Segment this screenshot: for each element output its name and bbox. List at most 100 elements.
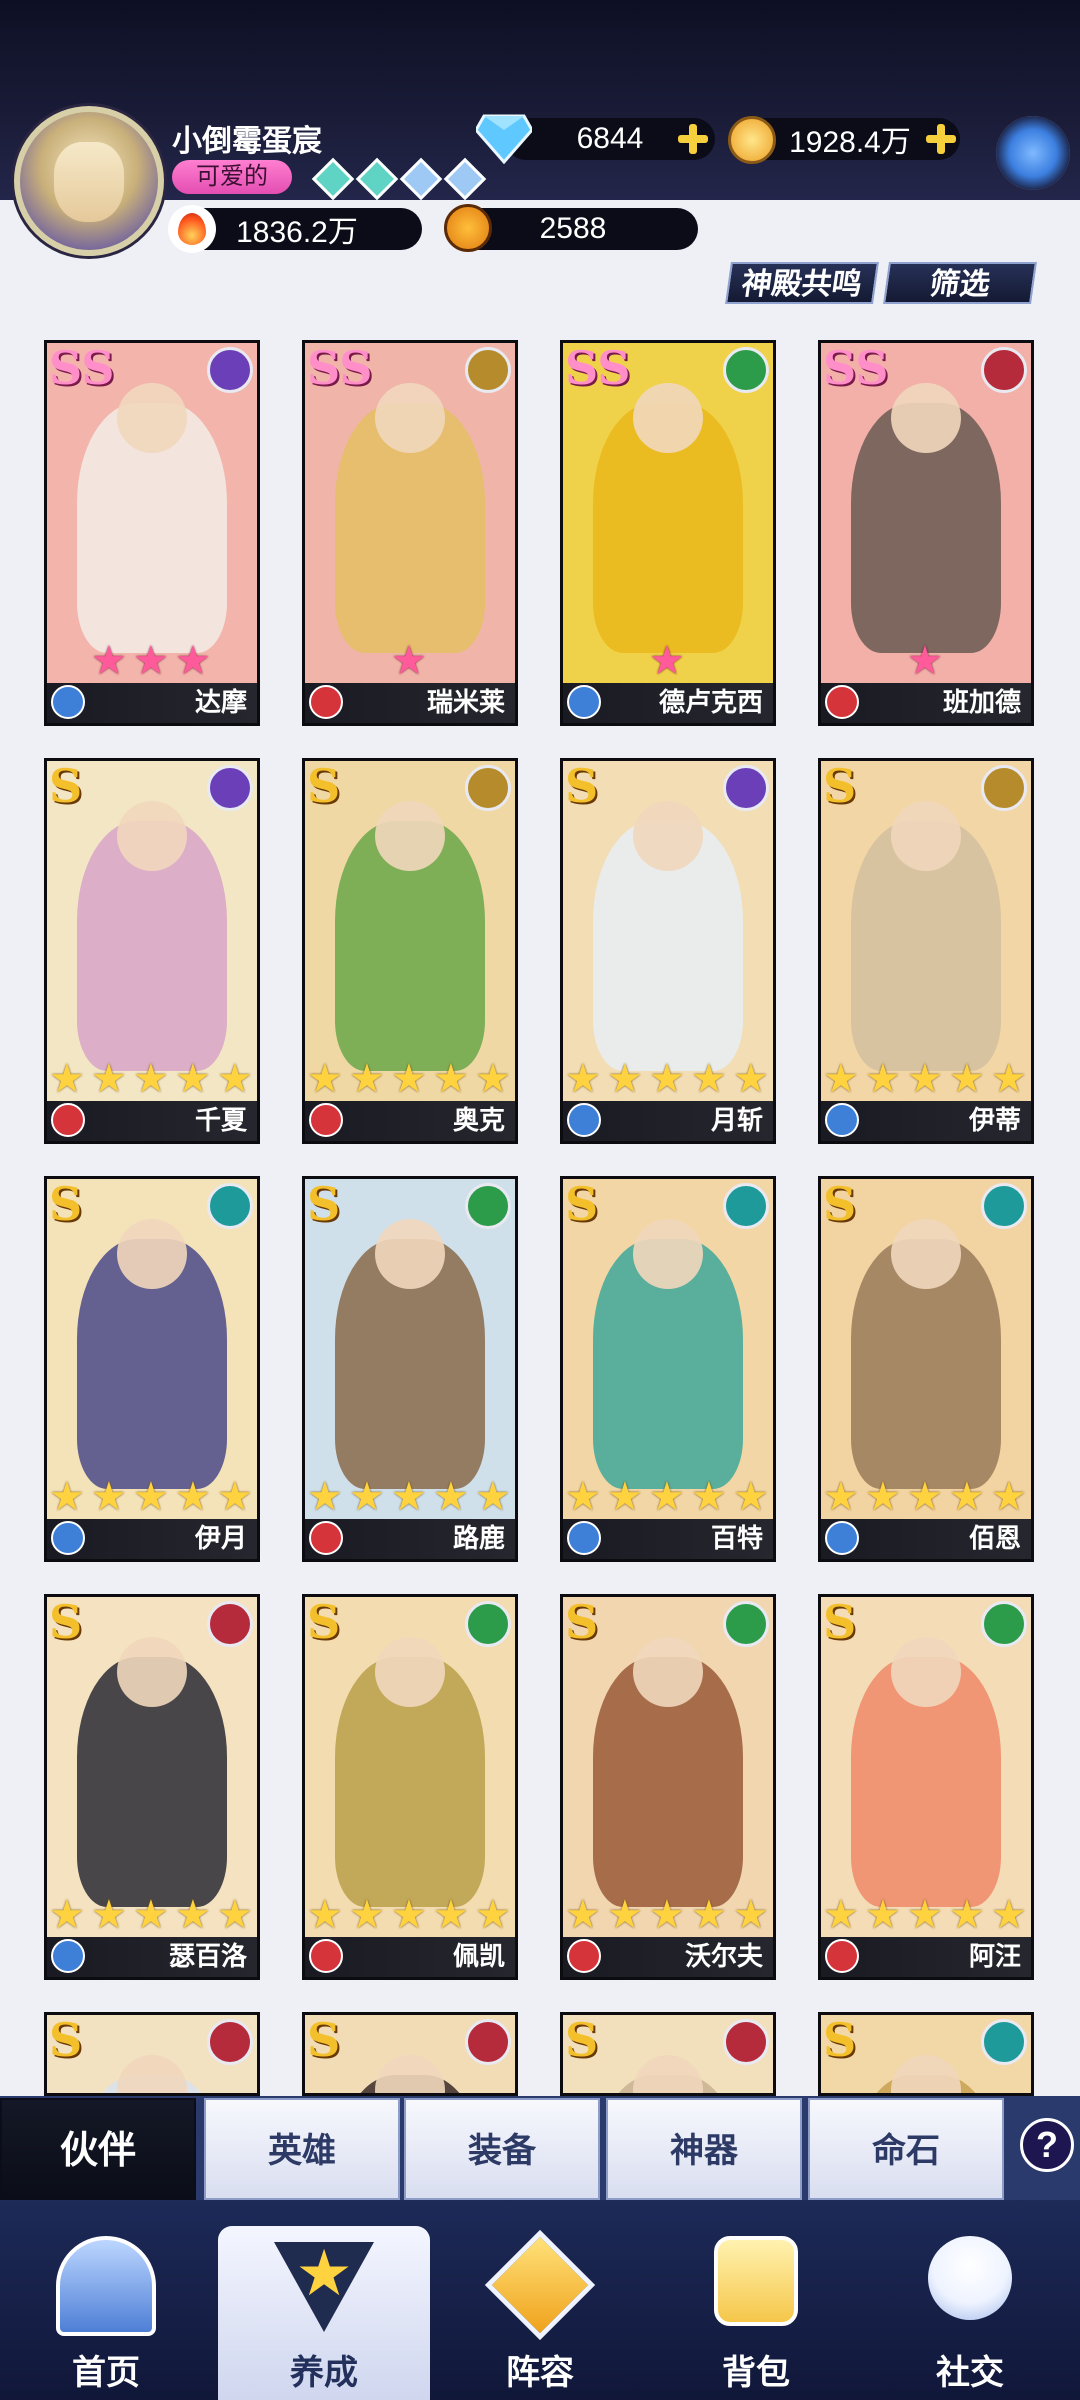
star-icon: ★ xyxy=(565,1893,601,1937)
faction-icon xyxy=(723,2019,769,2065)
rarity-badge: SS xyxy=(823,341,889,395)
nav-home[interactable]: 首页 xyxy=(6,2220,206,2400)
diamond-icon xyxy=(476,114,532,164)
partner-card[interactable]: S ★ ★ ★ ★ ★ 佰恩 xyxy=(818,1176,1034,1562)
star-icon: ★ xyxy=(991,1475,1027,1519)
partner-card[interactable]: S ★ ★ ★ ★ ★ 伊蒂 xyxy=(818,758,1034,1144)
temple-resonance-button[interactable]: 神殿共鸣 xyxy=(725,262,879,304)
role-icon xyxy=(309,1939,343,1973)
star-icon: ★ xyxy=(475,1057,511,1101)
partner-face xyxy=(891,801,961,871)
rarity-badge: S xyxy=(307,759,341,813)
star-icon: ★ xyxy=(475,1893,511,1937)
partner-card[interactable]: SS ★ 瑞米莱 xyxy=(302,340,518,726)
star-icon: ★ xyxy=(433,1475,469,1519)
tab-artifacts[interactable]: 神器 xyxy=(606,2098,802,2200)
partner-name: 阿汪 xyxy=(968,1941,1021,1971)
star-icon: ★ xyxy=(649,1475,685,1519)
faction-icon xyxy=(207,347,253,393)
faction-icon xyxy=(981,1183,1027,1229)
star-icon: ★ xyxy=(133,1475,169,1519)
partner-card[interactable]: S xyxy=(302,2012,518,2096)
partner-card[interactable]: S ★ ★ ★ ★ ★ 月斩 xyxy=(560,758,776,1144)
partner-face xyxy=(117,1637,187,1707)
star-coin-icon xyxy=(444,204,492,252)
partner-card[interactable]: S xyxy=(818,2012,1034,2096)
star-icon: ★ xyxy=(133,639,169,683)
star-icon: ★ xyxy=(391,1475,427,1519)
gear-icon[interactable] xyxy=(996,116,1070,190)
tab-fate-stones[interactable]: 命石 xyxy=(808,2098,1004,2200)
star-icon: ★ xyxy=(307,1057,343,1101)
star-icon: ★ xyxy=(607,1475,643,1519)
star-rating: ★ ★ ★ ★ ★ xyxy=(47,1477,257,1517)
rarity-badge: SS xyxy=(565,341,631,395)
star-rating: ★ ★ ★ ★ ★ xyxy=(305,1477,515,1517)
partner-face xyxy=(375,1637,445,1707)
star-icon: ★ xyxy=(691,1475,727,1519)
tab-heroes[interactable]: 英雄 xyxy=(204,2098,400,2200)
partner-card[interactable]: SS ★ 班加德 xyxy=(818,340,1034,726)
star-rating: ★ ★ ★ ★ ★ xyxy=(821,1059,1031,1099)
partner-card[interactable]: S ★ ★ ★ ★ ★ 千夏 xyxy=(44,758,260,1144)
tab-partners[interactable]: 伙伴 xyxy=(0,2098,196,2200)
star-icon: ★ xyxy=(865,1893,901,1937)
partner-face xyxy=(891,1219,961,1289)
faction-icon xyxy=(207,1601,253,1647)
nav-social[interactable]: 社交 xyxy=(870,2220,1070,2400)
partner-card[interactable]: S ★ ★ ★ ★ ★ 百特 xyxy=(560,1176,776,1562)
star-rating: ★ ★ ★ ★ ★ xyxy=(47,1895,257,1935)
partner-card[interactable]: S ★ ★ ★ ★ ★ 奥克 xyxy=(302,758,518,1144)
partner-card[interactable]: S ★ ★ ★ ★ ★ 伊月 xyxy=(44,1176,260,1562)
star-icon: ★ xyxy=(649,1057,685,1101)
faction-icon xyxy=(981,2019,1027,2065)
star-icon: ★ xyxy=(433,1893,469,1937)
nav-train[interactable]: ★ 养成 xyxy=(218,2226,430,2400)
faction-icon xyxy=(465,1601,511,1647)
filter-button[interactable]: 筛选 xyxy=(883,262,1037,304)
partner-card[interactable]: S ★ ★ ★ ★ ★ 沃尔夫 xyxy=(560,1594,776,1980)
role-icon xyxy=(309,685,343,719)
role-icon xyxy=(51,685,85,719)
star-rating: ★ xyxy=(305,641,515,681)
star-icon: ★ xyxy=(217,1475,253,1519)
partner-name: 瑟百洛 xyxy=(168,1941,247,1971)
star-icon: ★ xyxy=(649,1893,685,1937)
role-icon xyxy=(309,1521,343,1555)
nav-home-label: 首页 xyxy=(72,2354,140,2392)
partner-card[interactable]: S ★ ★ ★ ★ ★ 阿汪 xyxy=(818,1594,1034,1980)
partner-card[interactable]: S ★ ★ ★ ★ ★ 路鹿 xyxy=(302,1176,518,1562)
star-icon: ★ xyxy=(349,1475,385,1519)
nav-lineup[interactable]: 阵容 xyxy=(440,2220,640,2400)
tab-equipment[interactable]: 装备 xyxy=(404,2098,600,2200)
partner-card[interactable]: S xyxy=(560,2012,776,2096)
partner-name: 百特 xyxy=(710,1523,763,1553)
add-diamond-icon[interactable] xyxy=(676,122,710,156)
partner-card[interactable]: S ★ ★ ★ ★ ★ 佩凯 xyxy=(302,1594,518,1980)
star-icon: ★ xyxy=(91,1057,127,1101)
partner-card[interactable]: SS ★ 德卢克西 xyxy=(560,340,776,726)
rarity-badge: S xyxy=(565,2013,599,2067)
partner-card[interactable]: S xyxy=(44,2012,260,2096)
star-icon: ★ xyxy=(391,639,427,683)
faction-icon xyxy=(723,765,769,811)
partner-card[interactable]: S ★ ★ ★ ★ ★ 瑟百洛 xyxy=(44,1594,260,1980)
partner-name: 德卢克西 xyxy=(658,687,763,717)
help-icon[interactable]: ? xyxy=(1020,2118,1074,2172)
player-avatar[interactable] xyxy=(14,106,164,256)
star-rating: ★ xyxy=(563,641,773,681)
star-icon: ★ xyxy=(733,1893,769,1937)
star-icon: ★ xyxy=(907,1475,943,1519)
star-icon: ★ xyxy=(175,639,211,683)
partner-face xyxy=(891,1637,961,1707)
faction-icon xyxy=(981,347,1027,393)
rarity-badge: S xyxy=(49,2013,83,2067)
star-icon: ★ xyxy=(175,1057,211,1101)
partner-card[interactable]: SS ★ ★ ★ 达摩 xyxy=(44,340,260,726)
add-gold-icon[interactable] xyxy=(924,122,958,156)
star-icon: ★ xyxy=(733,1475,769,1519)
partner-face xyxy=(375,1219,445,1289)
rarity-badge: SS xyxy=(49,341,115,395)
nav-bag[interactable]: 背包 xyxy=(656,2220,856,2400)
partner-face xyxy=(633,383,703,453)
